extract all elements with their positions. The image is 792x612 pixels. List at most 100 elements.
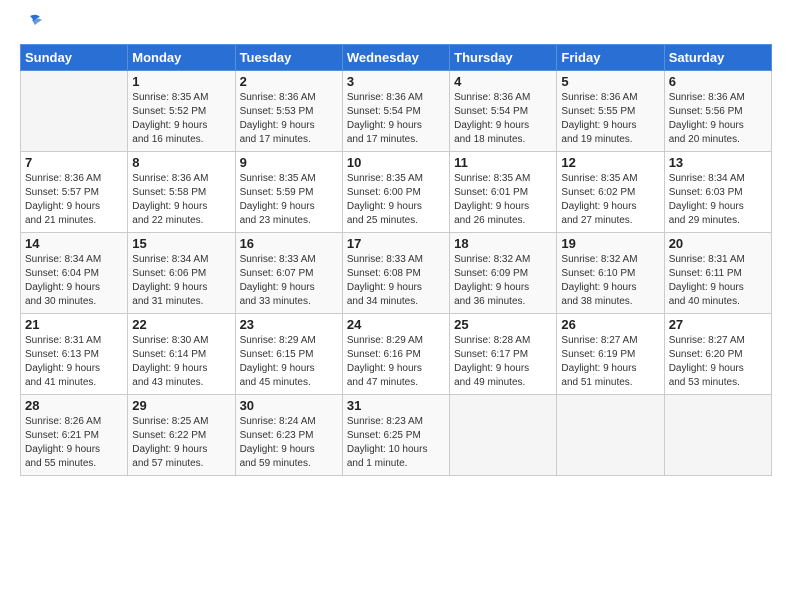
- day-number: 25: [454, 317, 552, 332]
- header: [20, 18, 772, 34]
- day-info: Sunrise: 8:34 AM Sunset: 6:03 PM Dayligh…: [669, 172, 767, 228]
- day-info: Sunrise: 8:26 AM Sunset: 6:21 PM Dayligh…: [25, 415, 123, 471]
- calendar-header-friday: Friday: [557, 45, 664, 71]
- day-info: Sunrise: 8:32 AM Sunset: 6:10 PM Dayligh…: [561, 253, 659, 309]
- calendar-cell: 2 Sunrise: 8:36 AM Sunset: 5:53 PM Daylig…: [235, 71, 342, 152]
- calendar-cell: 30 Sunrise: 8:24 AM Sunset: 6:23 PM Dayli…: [235, 395, 342, 476]
- day-info: Sunrise: 8:36 AM Sunset: 5:58 PM Dayligh…: [132, 172, 230, 228]
- day-number: 30: [240, 398, 338, 413]
- day-number: 12: [561, 155, 659, 170]
- day-info: Sunrise: 8:36 AM Sunset: 5:53 PM Dayligh…: [240, 91, 338, 147]
- calendar-cell: 8Sunrise: 8:36 AM Sunset: 5:58 PM Daylig…: [128, 152, 235, 233]
- day-info: Sunrise: 8:35 AM Sunset: 5:52 PM Dayligh…: [132, 91, 230, 147]
- page: SundayMondayTuesdayWednesdayThursdayFrid…: [0, 0, 792, 488]
- day-info: Sunrise: 8:31 AM Sunset: 6:11 PM Dayligh…: [669, 253, 767, 309]
- day-number: 22: [132, 317, 230, 332]
- calendar-header-row: SundayMondayTuesdayWednesdayThursdayFrid…: [21, 45, 772, 71]
- calendar-cell: 16 Sunrise: 8:33 AM Sunset: 6:07 PM Dayli…: [235, 233, 342, 314]
- calendar-cell: 14 Sunrise: 8:34 AM Sunset: 6:04 PM Dayli…: [21, 233, 128, 314]
- day-info: Sunrise: 8:23 AM Sunset: 6:25 PM Dayligh…: [347, 415, 445, 471]
- calendar-header-wednesday: Wednesday: [342, 45, 449, 71]
- calendar-week-row: 21Sunrise: 8:31 AM Sunset: 6:13 PM Dayli…: [21, 314, 772, 395]
- calendar-cell: 21Sunrise: 8:31 AM Sunset: 6:13 PM Dayli…: [21, 314, 128, 395]
- calendar-week-row: 7 Sunrise: 8:36 AM Sunset: 5:57 PM Daylig…: [21, 152, 772, 233]
- day-info: Sunrise: 8:36 AM Sunset: 5:54 PM Dayligh…: [454, 91, 552, 147]
- calendar-week-row: 1 Sunrise: 8:35 AM Sunset: 5:52 PM Daylig…: [21, 71, 772, 152]
- day-info: Sunrise: 8:32 AM Sunset: 6:09 PM Dayligh…: [454, 253, 552, 309]
- calendar-cell: 11Sunrise: 8:35 AM Sunset: 6:01 PM Dayli…: [450, 152, 557, 233]
- calendar-header-tuesday: Tuesday: [235, 45, 342, 71]
- calendar-header-monday: Monday: [128, 45, 235, 71]
- calendar-cell: [557, 395, 664, 476]
- calendar-cell: 18 Sunrise: 8:32 AM Sunset: 6:09 PM Dayli…: [450, 233, 557, 314]
- day-info: Sunrise: 8:30 AM Sunset: 6:14 PM Dayligh…: [132, 334, 230, 390]
- calendar-cell: 5 Sunrise: 8:36 AM Sunset: 5:55 PM Daylig…: [557, 71, 664, 152]
- day-info: Sunrise: 8:36 AM Sunset: 5:54 PM Dayligh…: [347, 91, 445, 147]
- calendar-cell: [450, 395, 557, 476]
- calendar-cell: 17 Sunrise: 8:33 AM Sunset: 6:08 PM Dayli…: [342, 233, 449, 314]
- calendar-cell: 31 Sunrise: 8:23 AM Sunset: 6:25 PM Dayli…: [342, 395, 449, 476]
- day-number: 4: [454, 74, 552, 89]
- day-number: 9: [240, 155, 338, 170]
- calendar-cell: 27Sunrise: 8:27 AM Sunset: 6:20 PM Dayli…: [664, 314, 771, 395]
- calendar-cell: 23 Sunrise: 8:29 AM Sunset: 6:15 PM Dayli…: [235, 314, 342, 395]
- calendar-cell: 9 Sunrise: 8:35 AM Sunset: 5:59 PM Daylig…: [235, 152, 342, 233]
- day-number: 23: [240, 317, 338, 332]
- day-number: 10: [347, 155, 445, 170]
- day-info: Sunrise: 8:25 AM Sunset: 6:22 PM Dayligh…: [132, 415, 230, 471]
- calendar-cell: 15 Sunrise: 8:34 AM Sunset: 6:06 PM Dayli…: [128, 233, 235, 314]
- day-number: 18: [454, 236, 552, 251]
- day-info: Sunrise: 8:36 AM Sunset: 5:57 PM Dayligh…: [25, 172, 123, 228]
- day-info: Sunrise: 8:27 AM Sunset: 6:19 PM Dayligh…: [561, 334, 659, 390]
- day-number: 14: [25, 236, 123, 251]
- day-number: 19: [561, 236, 659, 251]
- day-info: Sunrise: 8:33 AM Sunset: 6:07 PM Dayligh…: [240, 253, 338, 309]
- day-number: 1: [132, 74, 230, 89]
- day-info: Sunrise: 8:35 AM Sunset: 6:00 PM Dayligh…: [347, 172, 445, 228]
- day-number: 24: [347, 317, 445, 332]
- calendar-cell: 13Sunrise: 8:34 AM Sunset: 6:03 PM Dayli…: [664, 152, 771, 233]
- day-number: 28: [25, 398, 123, 413]
- calendar-cell: 1 Sunrise: 8:35 AM Sunset: 5:52 PM Daylig…: [128, 71, 235, 152]
- calendar-cell: 12 Sunrise: 8:35 AM Sunset: 6:02 PM Dayli…: [557, 152, 664, 233]
- day-info: Sunrise: 8:34 AM Sunset: 6:04 PM Dayligh…: [25, 253, 123, 309]
- day-number: 26: [561, 317, 659, 332]
- calendar-week-row: 28 Sunrise: 8:26 AM Sunset: 6:21 PM Dayli…: [21, 395, 772, 476]
- day-number: 2: [240, 74, 338, 89]
- calendar-header-thursday: Thursday: [450, 45, 557, 71]
- calendar-cell: 28 Sunrise: 8:26 AM Sunset: 6:21 PM Dayli…: [21, 395, 128, 476]
- logo: [20, 18, 44, 34]
- day-info: Sunrise: 8:36 AM Sunset: 5:56 PM Dayligh…: [669, 91, 767, 147]
- day-info: Sunrise: 8:36 AM Sunset: 5:55 PM Dayligh…: [561, 91, 659, 147]
- calendar-cell: 7 Sunrise: 8:36 AM Sunset: 5:57 PM Daylig…: [21, 152, 128, 233]
- day-number: 6: [669, 74, 767, 89]
- day-number: 17: [347, 236, 445, 251]
- calendar-cell: 25Sunrise: 8:28 AM Sunset: 6:17 PM Dayli…: [450, 314, 557, 395]
- day-number: 16: [240, 236, 338, 251]
- day-info: Sunrise: 8:29 AM Sunset: 6:15 PM Dayligh…: [240, 334, 338, 390]
- day-info: Sunrise: 8:35 AM Sunset: 6:02 PM Dayligh…: [561, 172, 659, 228]
- day-number: 11: [454, 155, 552, 170]
- calendar-cell: 6 Sunrise: 8:36 AM Sunset: 5:56 PM Daylig…: [664, 71, 771, 152]
- calendar-week-row: 14 Sunrise: 8:34 AM Sunset: 6:04 PM Dayli…: [21, 233, 772, 314]
- day-info: Sunrise: 8:29 AM Sunset: 6:16 PM Dayligh…: [347, 334, 445, 390]
- calendar-cell: 19 Sunrise: 8:32 AM Sunset: 6:10 PM Dayli…: [557, 233, 664, 314]
- day-number: 21: [25, 317, 123, 332]
- calendar-cell: 4 Sunrise: 8:36 AM Sunset: 5:54 PM Daylig…: [450, 71, 557, 152]
- day-number: 7: [25, 155, 123, 170]
- day-info: Sunrise: 8:33 AM Sunset: 6:08 PM Dayligh…: [347, 253, 445, 309]
- day-number: 31: [347, 398, 445, 413]
- day-number: 15: [132, 236, 230, 251]
- calendar-header-saturday: Saturday: [664, 45, 771, 71]
- day-info: Sunrise: 8:24 AM Sunset: 6:23 PM Dayligh…: [240, 415, 338, 471]
- day-info: Sunrise: 8:27 AM Sunset: 6:20 PM Dayligh…: [669, 334, 767, 390]
- day-info: Sunrise: 8:34 AM Sunset: 6:06 PM Dayligh…: [132, 253, 230, 309]
- calendar-cell: 22 Sunrise: 8:30 AM Sunset: 6:14 PM Dayli…: [128, 314, 235, 395]
- day-info: Sunrise: 8:35 AM Sunset: 5:59 PM Dayligh…: [240, 172, 338, 228]
- calendar-header-sunday: Sunday: [21, 45, 128, 71]
- day-number: 29: [132, 398, 230, 413]
- calendar-table: SundayMondayTuesdayWednesdayThursdayFrid…: [20, 44, 772, 476]
- day-number: 3: [347, 74, 445, 89]
- day-number: 5: [561, 74, 659, 89]
- calendar-cell: 10 Sunrise: 8:35 AM Sunset: 6:00 PM Dayli…: [342, 152, 449, 233]
